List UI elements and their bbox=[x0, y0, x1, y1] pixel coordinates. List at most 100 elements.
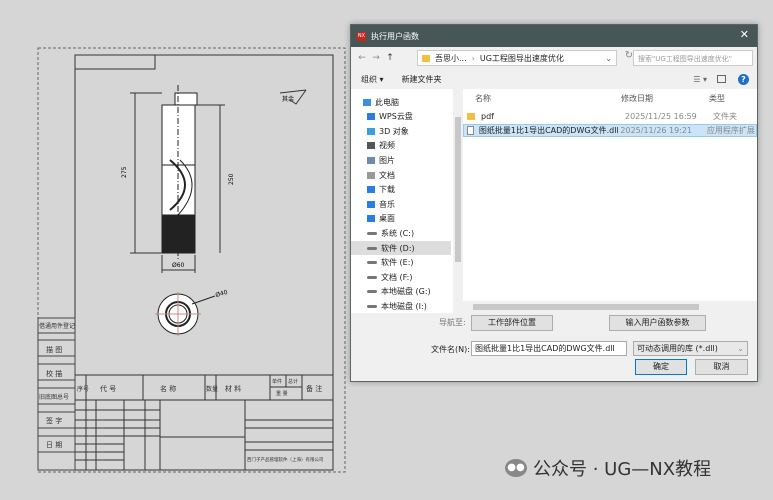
label-register: 借通用件登记 bbox=[39, 323, 76, 330]
file-list: 名称 修改日期 类型 pdf 2025/11/25 16:59 文件夹 图纸批量… bbox=[463, 89, 757, 313]
sidebar-item[interactable]: 视频 bbox=[359, 139, 451, 153]
inner-frame bbox=[74, 54, 334, 471]
sidebar-item[interactable]: 下载 bbox=[359, 183, 451, 197]
filename-input[interactable]: 图纸批量1比1导出CAD的DWG文件.dll bbox=[471, 341, 627, 356]
breadcrumb-current[interactable]: UG工程图导出速度优化 bbox=[480, 53, 564, 64]
sidebar-item-label: 本地磁盘 (G:) bbox=[381, 287, 431, 297]
label-sign: 签 字 bbox=[46, 417, 63, 425]
column-name[interactable]: 名称 bbox=[475, 93, 491, 104]
col-code: 代 号 bbox=[100, 385, 117, 393]
dim-total: 275 bbox=[121, 166, 128, 178]
file-type: 文件夹 bbox=[713, 112, 737, 121]
navigate-label: 导航至: bbox=[439, 318, 466, 327]
up-arrow-icon[interactable]: ↑ bbox=[383, 53, 397, 63]
file-type-select[interactable]: 可动态调用的库 (*.dll) ⌄ bbox=[633, 341, 748, 356]
computer-icon bbox=[363, 98, 371, 106]
dll-file-icon bbox=[467, 126, 474, 135]
horizontal-scrollbar[interactable] bbox=[463, 301, 757, 313]
file-type-value: 可动态调用的库 (*.dll) bbox=[637, 344, 718, 353]
sidebar-item[interactable]: 软件 (D:) bbox=[351, 241, 451, 255]
file-modified: 2025/11/26 19:21 bbox=[620, 126, 693, 135]
help-icon[interactable]: ? bbox=[738, 73, 749, 85]
toolbar: 组织 ▾ 新建文件夹 ☰ ▾ ? bbox=[351, 69, 757, 89]
col-remark: 备 注 bbox=[306, 385, 323, 393]
file-row-selected[interactable]: 图纸批量1比1导出CAD的DWG文件.dll 2025/11/26 19:21 … bbox=[463, 124, 757, 137]
dialog-title: 执行用户函数 bbox=[371, 31, 419, 41]
col-total: 总计 bbox=[288, 379, 299, 385]
nav-scrollbar[interactable] bbox=[453, 89, 463, 313]
column-type[interactable]: 类型 bbox=[709, 93, 725, 104]
sidebar-item-label: 本地磁盘 (I:) bbox=[381, 301, 427, 311]
cad-drawing: 275 250 Ø60 Ø40 其余 bbox=[37, 47, 346, 473]
view-options-icon[interactable]: ☰ ▾ bbox=[693, 75, 707, 84]
dim-diameter: Ø60 bbox=[172, 262, 185, 269]
column-modified[interactable]: 修改日期 bbox=[621, 93, 653, 104]
user-function-params-button[interactable]: 输入用户函数参数 bbox=[609, 315, 706, 331]
file-row[interactable]: pdf 2025/11/25 16:59 文件夹 bbox=[463, 110, 757, 123]
folder-icon bbox=[422, 54, 430, 62]
file-name: 图纸批量1比1导出CAD的DWG文件.dll bbox=[478, 126, 619, 135]
search-input[interactable]: 搜索"UG工程图导出速度优化" bbox=[633, 50, 753, 66]
sidebar-item[interactable]: 文档 bbox=[359, 168, 451, 182]
address-path[interactable]: 吾思小... › UG工程图导出速度优化 ⌄ bbox=[417, 50, 617, 66]
new-folder-button[interactable]: 新建文件夹 bbox=[402, 74, 442, 85]
cloud-icon bbox=[367, 113, 375, 121]
close-icon[interactable]: ✕ bbox=[740, 28, 749, 41]
dimensions bbox=[130, 89, 307, 273]
work-part-location-button[interactable]: 工作部件位置 bbox=[471, 315, 553, 331]
ok-button[interactable]: 确定 bbox=[635, 359, 687, 375]
dim-partial: 250 bbox=[228, 173, 235, 185]
folder-icon bbox=[467, 113, 475, 120]
sidebar-item[interactable]: 系统 (C:) bbox=[359, 226, 451, 240]
nx-app-icon: NX bbox=[357, 31, 366, 41]
sidebar-item[interactable]: 音乐 bbox=[359, 197, 451, 211]
sidebar-item[interactable]: WPS云盘 bbox=[359, 110, 451, 124]
download-icon bbox=[367, 186, 375, 194]
drive-icon bbox=[367, 304, 377, 308]
document-icon bbox=[367, 171, 375, 179]
sidebar-item-label: 3D 对象 bbox=[379, 126, 409, 136]
file-name: pdf bbox=[481, 112, 494, 121]
drive-icon bbox=[367, 275, 377, 279]
col-seq: 序号 bbox=[77, 386, 90, 393]
watermark: ●● 公众号 · UG—NX教程 bbox=[505, 455, 711, 481]
dim-circle: Ø40 bbox=[215, 289, 229, 299]
sidebar-item[interactable]: 文档 (F:) bbox=[359, 270, 451, 284]
sidebar-item-label: 下载 bbox=[379, 185, 395, 195]
drive-icon bbox=[367, 231, 377, 235]
file-type: 应用程序扩展 bbox=[706, 126, 755, 135]
col-material: 材 料 bbox=[225, 385, 242, 393]
organize-button[interactable]: 组织 ▾ bbox=[361, 74, 384, 85]
sidebar-item-label: 软件 (D:) bbox=[381, 243, 415, 253]
forward-arrow-icon[interactable]: → bbox=[369, 53, 383, 63]
label-old-number: 旧底图总号 bbox=[39, 394, 70, 401]
sidebar-item[interactable]: 此电脑 bbox=[359, 95, 451, 109]
label-date: 日 期 bbox=[46, 441, 63, 449]
col-single: 单件 bbox=[272, 379, 283, 385]
sidebar-item[interactable]: 本地磁盘 (G:) bbox=[359, 285, 451, 299]
chevron-down-icon[interactable]: ⌄ bbox=[605, 54, 612, 63]
label-check: 校 描 bbox=[46, 370, 63, 378]
cancel-button[interactable]: 取消 bbox=[695, 359, 748, 375]
sidebar-item[interactable]: 本地磁盘 (I:) bbox=[359, 299, 451, 313]
sidebar-item-label: 音乐 bbox=[379, 199, 395, 209]
navigation-pane: 此电脑 WPS云盘 3D 对象视频 图片 文档下载音乐桌面系统 (C:) 软件 (D:) 软… bbox=[351, 89, 463, 313]
sidebar-item[interactable]: 软件 (E:) bbox=[359, 256, 451, 270]
sidebar-item-label: 此电脑 bbox=[375, 97, 399, 107]
breadcrumb-parent[interactable]: 吾思小... bbox=[435, 53, 467, 64]
sidebar-item[interactable]: 3D 对象 bbox=[359, 124, 451, 138]
address-bar-row: ← → ↑ 吾思小... › UG工程图导出速度优化 ⌄ ↻ 搜索"UG工程图导… bbox=[351, 47, 757, 69]
sidebar-item[interactable]: 桌面 bbox=[359, 212, 451, 226]
col-qty: 数量 bbox=[206, 386, 219, 393]
music-icon bbox=[367, 200, 375, 208]
back-arrow-icon[interactable]: ← bbox=[355, 53, 369, 63]
sidebar-item[interactable]: 图片 bbox=[359, 153, 451, 167]
part-front-view bbox=[161, 85, 198, 260]
drive-icon bbox=[367, 261, 377, 265]
preview-pane-icon[interactable] bbox=[717, 75, 726, 83]
filename-value: 图纸批量1比1导出CAD的DWG文件.dll bbox=[475, 344, 615, 353]
sidebar-item-label: 系统 (C:) bbox=[381, 228, 415, 238]
col-weight: 重 量 bbox=[276, 391, 288, 397]
execute-user-function-dialog: NX 执行用户函数 ✕ ← → ↑ 吾思小... › UG工程图导出速度优化 ⌄… bbox=[350, 24, 758, 382]
drive-icon bbox=[367, 290, 377, 294]
